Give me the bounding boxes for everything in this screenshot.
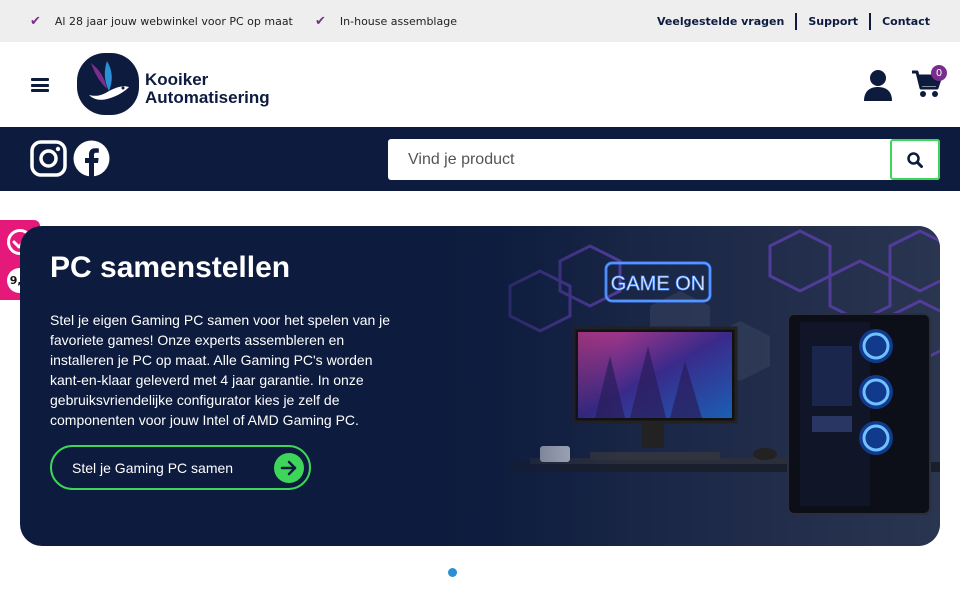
- search-band: [0, 127, 960, 191]
- logo-line2: Automatisering: [145, 88, 270, 107]
- usp-item: ✔ Al 28 jaar jouw webwinkel voor PC op m…: [30, 0, 293, 42]
- bird-logo-icon: [77, 53, 139, 115]
- contact-link[interactable]: Contact: [871, 15, 930, 28]
- logo[interactable]: Kooiker Automatisering: [77, 52, 282, 116]
- hero-description: Stel je eigen Gaming PC samen voor het s…: [50, 312, 391, 428]
- hero-title: PC samenstellen: [50, 251, 291, 284]
- search-input[interactable]: [388, 139, 888, 180]
- hero-banner: GAME ON PC samenstellen Stel je eigen Ga…: [20, 226, 940, 546]
- search-box: [388, 139, 940, 180]
- usp-label: In-house assemblage: [339, 14, 457, 28]
- cart-count-badge: 0: [931, 65, 947, 81]
- usp-item: ✔ In-house assemblage: [315, 0, 457, 42]
- support-link[interactable]: Support: [797, 15, 869, 28]
- cta-label: Stel je Gaming PC samen: [72, 459, 234, 476]
- configure-pc-button[interactable]: Stel je Gaming PC samen: [50, 445, 311, 490]
- logo-wordmark: Kooiker Automatisering: [145, 71, 270, 107]
- arrow-right-icon: [274, 453, 304, 483]
- check-icon: ✔: [30, 13, 41, 29]
- user-icon[interactable]: [863, 69, 893, 101]
- logo-line1: Kooiker: [145, 70, 209, 89]
- carousel-dot[interactable]: [448, 568, 457, 577]
- search-button[interactable]: [890, 139, 940, 180]
- top-bar: ✔ Al 28 jaar jouw webwinkel voor PC op m…: [0, 0, 960, 42]
- hero-fade-overlay: [400, 226, 620, 546]
- faq-link[interactable]: Veelgestelde vragen: [646, 15, 795, 28]
- check-icon: ✔: [315, 13, 326, 29]
- menu-icon[interactable]: [31, 78, 49, 92]
- game-on-sign: GAME ON: [611, 273, 705, 295]
- search-icon: [907, 151, 923, 168]
- site-header: Kooiker Automatisering 0: [0, 42, 960, 127]
- usp-label: Al 28 jaar jouw webwinkel voor PC op maa…: [54, 14, 293, 28]
- facebook-icon[interactable]: [73, 140, 110, 177]
- top-links: Veelgestelde vragen Support Contact: [646, 0, 930, 42]
- instagram-icon[interactable]: [30, 140, 67, 177]
